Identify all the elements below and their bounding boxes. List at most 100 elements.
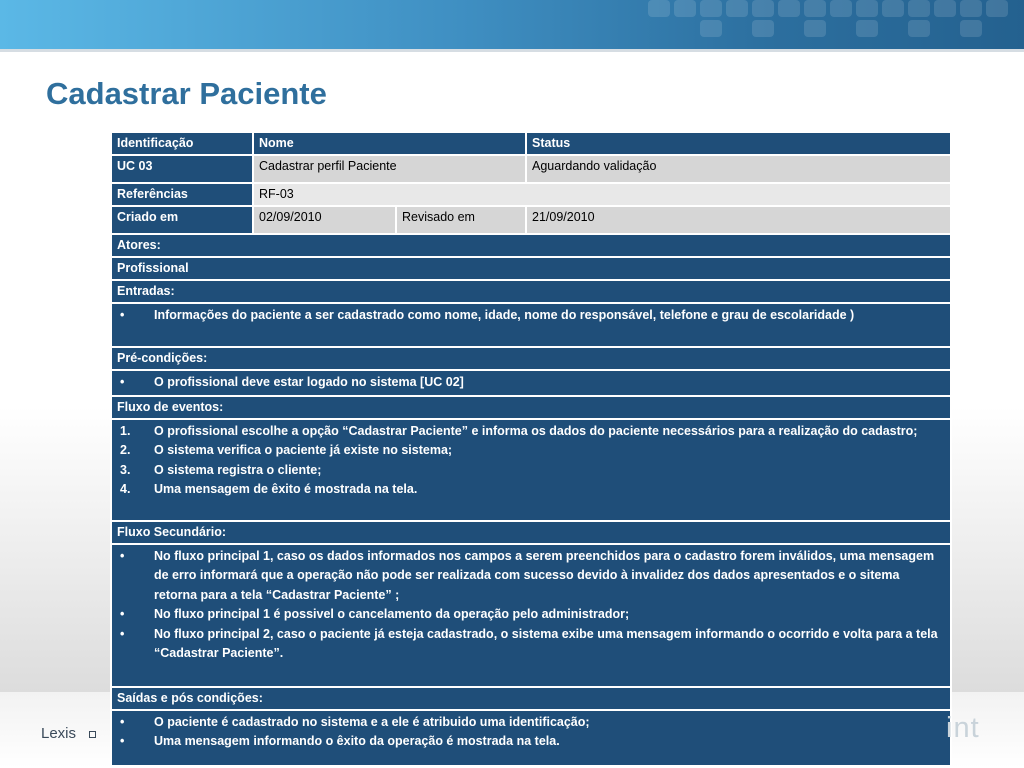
section-row: Atores:	[109, 233, 953, 258]
list-item: 2. O sistema verifica o paciente já exist…	[117, 441, 945, 461]
list-item: 3. O sistema registra o cliente;	[117, 461, 945, 481]
header-nome: Nome	[251, 131, 528, 156]
section-row: Pré-condições:	[109, 346, 953, 371]
bullet-marker: •	[120, 308, 125, 322]
footer-text: Lexis	[41, 725, 77, 742]
precondicoes-label: Pré-condições:	[109, 346, 953, 371]
banner-decoration	[726, 0, 748, 17]
banner-decoration	[700, 20, 722, 37]
fluxo-list: 1. O profissional escolhe a opção “Cadast…	[117, 422, 945, 500]
fluxo-body: 1. O profissional escolhe a opção “Cadast…	[109, 417, 953, 522]
banner-decoration	[908, 0, 930, 17]
list-item: • Informações do paciente a ser cadastrad…	[117, 306, 945, 326]
page-title: Cadastrar Paciente	[46, 76, 327, 111]
list-item: • Uma mensagem informando o êxito da oper…	[117, 732, 945, 752]
banner-decoration	[960, 20, 982, 37]
footer-bullet-icon	[89, 731, 96, 738]
step-number: 1.	[120, 423, 131, 438]
step-number: 2.	[120, 443, 131, 457]
list-item-text: O sistema verifica o paciente já existe …	[154, 443, 453, 457]
header-identificacao: Identificação	[110, 131, 254, 156]
entradas-label: Entradas:	[109, 279, 953, 304]
referencias-value: RF-03	[251, 182, 953, 207]
banner-decoration	[856, 20, 878, 37]
list-item-text: O paciente é cadastrado no sistema e a e…	[154, 714, 590, 729]
criado-label: Criado em	[110, 205, 254, 235]
banner-decoration	[804, 20, 826, 37]
banner-decoration	[986, 0, 1008, 17]
bullet-marker: •	[120, 607, 125, 621]
banner-decoration	[700, 0, 722, 17]
atores-label: Atores:	[109, 233, 953, 258]
fluxo-secundario-label: Fluxo Secundário:	[109, 519, 953, 545]
header-banner	[0, 0, 1024, 52]
list-item-text: No fluxo principal 1 é possivel o cancel…	[154, 607, 630, 621]
table-row: UC 03 Cadastrar perfil Paciente Aguardan…	[110, 154, 953, 184]
uc-name: Cadastrar perfil Paciente	[251, 154, 528, 184]
banner-decoration	[830, 0, 852, 17]
list-item: 1. O profissional escolhe a opção “Cadast…	[117, 422, 945, 442]
footer-watermark-text: int	[946, 712, 980, 744]
section-row: Profissional	[109, 256, 953, 281]
revisado-label: Revisado em	[394, 205, 528, 235]
table-header-row: Identificação Nome Status	[110, 131, 953, 156]
banner-decoration	[882, 0, 904, 17]
banner-decoration	[752, 20, 774, 37]
section-row: • O profissional deve estar logado no sis…	[109, 369, 953, 397]
section-row: Saídas e pós condições:	[109, 685, 953, 711]
bullet-marker: •	[120, 626, 125, 641]
use-case-table: Identificação Nome Status UC 03 Cadastra…	[109, 131, 953, 767]
entradas-body: • Informações do paciente a ser cadastrad…	[109, 302, 953, 348]
list-item-text: No fluxo principal 2, caso o paciente já…	[154, 626, 938, 661]
bullet-marker: •	[120, 548, 125, 563]
list-item: • O paciente é cadastrado no sistema e a …	[117, 713, 945, 733]
section-row: Entradas:	[109, 279, 953, 304]
uc-id: UC 03	[110, 154, 254, 184]
section-row: Fluxo Secundário:	[109, 519, 953, 545]
section-row: • O paciente é cadastrado no sistema e a …	[109, 708, 953, 767]
banner-decoration	[934, 0, 956, 17]
fluxo-secundario-body: • No fluxo principal 1, caso os dados inf…	[109, 542, 953, 688]
list-item-text: O profissional deve estar logado no sist…	[154, 375, 464, 389]
revisado-value: 21/09/2010	[525, 205, 953, 235]
bullet-marker: •	[120, 734, 125, 748]
table-row: Referências RF-03	[110, 182, 953, 207]
list-item: • No fluxo principal 1, caso os dados inf…	[117, 547, 945, 606]
step-number: 4.	[120, 482, 131, 496]
banner-decoration	[908, 20, 930, 37]
header-status: Status	[525, 131, 953, 156]
banner-decoration	[856, 0, 878, 17]
entradas-list: • Informações do paciente a ser cadastrad…	[117, 306, 945, 326]
banner-decoration	[674, 0, 696, 17]
list-item-text: Uma mensagem informando o êxito da opera…	[154, 734, 560, 748]
precondicoes-list: • O profissional deve estar logado no sis…	[117, 373, 945, 393]
list-item: • O profissional deve estar logado no sis…	[117, 373, 945, 393]
list-item: • No fluxo principal 2, caso o paciente j…	[117, 625, 945, 664]
banner-decoration	[648, 0, 670, 17]
atores-value: Profissional	[109, 256, 953, 281]
list-item: • No fluxo principal 1 é possivel o cance…	[117, 605, 945, 625]
section-row: • No fluxo principal 1, caso os dados inf…	[109, 542, 953, 688]
list-item-text: Uma mensagem de êxito é mostrada na tela…	[154, 482, 418, 496]
fluxo-secundario-list: • No fluxo principal 1, caso os dados inf…	[117, 547, 945, 664]
list-item-text: O profissional escolhe a opção “Cadastra…	[154, 423, 918, 438]
saidas-list: • O paciente é cadastrado no sistema e a …	[117, 713, 945, 752]
section-row: 1. O profissional escolhe a opção “Cadast…	[109, 417, 953, 522]
step-number: 3.	[120, 462, 131, 477]
fluxo-label: Fluxo de eventos:	[109, 394, 953, 420]
banner-decoration	[960, 0, 982, 17]
section-row: • Informações do paciente a ser cadastrad…	[109, 302, 953, 348]
uc-status: Aguardando validação	[525, 154, 953, 184]
bullet-marker: •	[120, 375, 125, 389]
banner-decoration	[752, 0, 774, 17]
table-row: Criado em 02/09/2010 Revisado em 21/09/2…	[110, 205, 953, 235]
banner-decoration	[804, 0, 826, 17]
banner-separator	[0, 49, 1024, 52]
saidas-label: Saídas e pós condições:	[109, 685, 953, 711]
criado-value: 02/09/2010	[252, 205, 397, 235]
bullet-marker: •	[120, 714, 125, 729]
list-item-text: O sistema registra o cliente;	[154, 462, 322, 477]
precondicoes-body: • O profissional deve estar logado no sis…	[109, 369, 953, 397]
banner-decoration	[778, 0, 800, 17]
list-item: 4. Uma mensagem de êxito é mostrada na te…	[117, 480, 945, 500]
